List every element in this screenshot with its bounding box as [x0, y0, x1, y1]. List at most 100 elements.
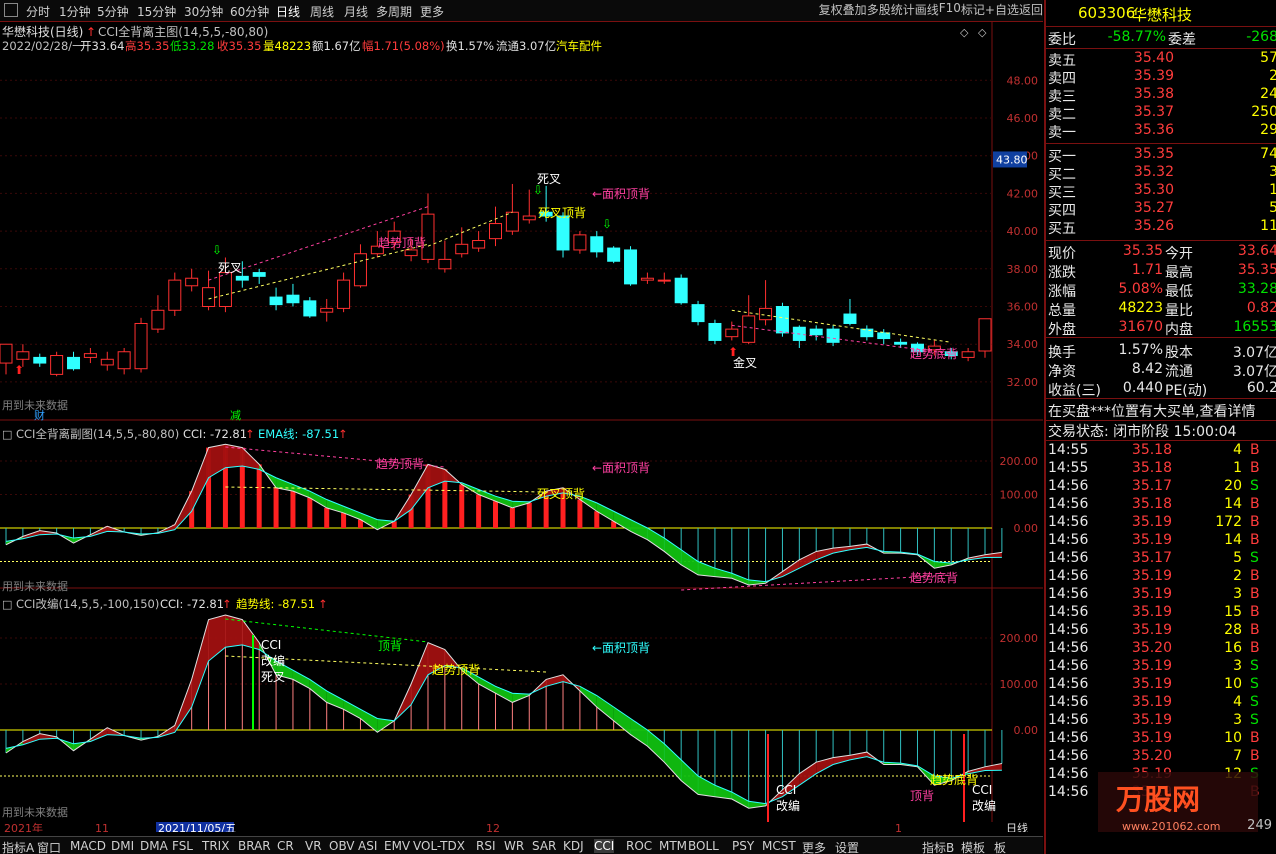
cell: 35.18 — [1131, 496, 1172, 512]
indicator-tab-14[interactable]: RSI — [476, 839, 496, 853]
toolbar-btn-0[interactable]: 复权 — [819, 1, 843, 21]
indicator-tab-11[interactable]: ASI — [358, 839, 377, 853]
indicator-tab-10[interactable]: OBV — [329, 839, 355, 853]
indicator-tab-15[interactable]: WR — [504, 839, 524, 853]
indicator-tab-4[interactable]: DMA — [140, 839, 168, 853]
cell: B — [1250, 730, 1260, 746]
separator — [1046, 398, 1276, 399]
indicator-tab-23[interactable]: MCST — [762, 839, 796, 853]
tab-1[interactable]: 1分钟 — [59, 3, 91, 20]
cell: 29 — [1260, 122, 1276, 138]
candle-body — [202, 287, 216, 308]
cell: 33.64 — [1237, 243, 1276, 259]
tab-8[interactable]: 月线 — [344, 3, 368, 20]
cell: 15 — [1224, 604, 1242, 620]
candle-body — [404, 249, 418, 257]
annotation: 趋势底背 — [910, 570, 958, 585]
toolbar-btn-2[interactable]: 多股 — [867, 1, 891, 21]
indicator-tab-18[interactable]: CCI — [594, 839, 615, 853]
cell: PE(动) — [1165, 383, 1208, 399]
tab-3[interactable]: 15分钟 — [137, 3, 176, 20]
cell: 35.36 — [1133, 122, 1174, 138]
future-data-note: 用到未来数据 — [2, 805, 68, 819]
indicator-tab-12[interactable]: EMV — [384, 839, 410, 853]
menu-icon[interactable] — [4, 3, 18, 17]
candle-body — [286, 294, 300, 304]
annotation: 趋势顶背 — [376, 457, 424, 471]
header-field-2: 高35.35 — [125, 39, 169, 53]
toolbar-btn-6[interactable]: 标记 — [961, 1, 985, 21]
candle-body — [961, 351, 975, 358]
candle-body — [809, 328, 823, 336]
indicator-tab-17[interactable]: KDJ — [563, 839, 584, 853]
indicator-tab-24[interactable]: 更多 — [802, 839, 826, 854]
indicator-tab-9[interactable]: VR — [305, 839, 322, 853]
tab-10[interactable]: 更多 — [420, 3, 444, 20]
indicator-tab-1[interactable]: 窗口 — [37, 839, 61, 854]
cell: 3 — [1233, 658, 1242, 674]
indicator-tab-27[interactable]: 模板 — [961, 839, 985, 854]
toolbar-btn-3[interactable]: 统计 — [891, 1, 915, 21]
cell: 收益(三) — [1048, 383, 1101, 399]
toolbar-btn-5[interactable]: F10 — [939, 1, 961, 21]
indicator-tab-16[interactable]: SAR — [532, 839, 556, 853]
x-axis-label: 1 — [895, 822, 902, 832]
candle-body — [353, 253, 367, 287]
tab-0[interactable]: 分时 — [26, 3, 50, 20]
cell: 35.19 — [1131, 730, 1172, 746]
cci-band — [191, 619, 209, 707]
cci-band — [596, 502, 614, 522]
cell: 14:56 — [1048, 766, 1089, 782]
indicator-tab-20[interactable]: MTM — [659, 839, 687, 853]
indicator-bar: 指标A 窗口 MACD DMI DMA FSL TRIX BRAR CR VR OBV ASI EMV V… — [0, 836, 1043, 854]
news-row: 在买盘***位置有大买单,查看详情 — [1046, 401, 1276, 420]
chart-area[interactable]: 48.0046.0044.0042.0040.0038.0036.0034.00… — [0, 22, 1043, 832]
cci-band — [343, 700, 361, 719]
tab-2[interactable]: 5分钟 — [97, 3, 129, 20]
cci-band — [292, 484, 310, 498]
indicator-tab-0[interactable]: 指标A — [2, 839, 34, 854]
tab-9[interactable]: 多周期 — [376, 3, 412, 20]
toolbar-btn-7[interactable]: +自选 — [985, 1, 1019, 21]
cci-band — [242, 619, 260, 650]
tab-5[interactable]: 60分钟 — [230, 3, 269, 20]
toolbar-btn-8[interactable]: 返回 — [1019, 1, 1043, 21]
indicator-tab-8[interactable]: CR — [277, 839, 294, 853]
toolbar-btn-1[interactable]: 叠加 — [843, 1, 867, 21]
indicator-tab-25[interactable]: 设置 — [835, 839, 859, 854]
cell: S — [1250, 676, 1259, 692]
indicator-tab-6[interactable]: TRIX — [202, 839, 229, 853]
tab-4[interactable]: 30分钟 — [184, 3, 223, 20]
up-arrow-icon: ↑ — [318, 597, 328, 611]
indicator-tab-5[interactable]: FSL — [172, 839, 193, 853]
tick-row: 14:56 35.19 3 B — [1046, 586, 1276, 604]
ask-row: 卖一 35.36 29 — [1046, 122, 1276, 141]
indicator-tab-7[interactable]: BRAR — [238, 839, 271, 853]
indicator-tab-21[interactable]: BOLL — [688, 839, 719, 853]
indicator-tab-19[interactable]: ROC — [626, 839, 652, 853]
box-icon: □ — [2, 428, 12, 441]
indicator-tab-13[interactable]: VOL-TDX — [413, 839, 465, 853]
bid-row: 买一 35.35 74 — [1046, 146, 1276, 165]
cell: -268 — [1246, 29, 1276, 45]
annotation: 死叉顶背 — [538, 206, 586, 220]
indicator-tab-2[interactable]: MACD — [70, 839, 106, 853]
toolbar-btn-4[interactable]: 画线 — [915, 1, 939, 21]
tab-7[interactable]: 周线 — [310, 3, 334, 20]
indicator-tab-26[interactable]: 指标B — [922, 839, 954, 854]
indicator-tab-28[interactable]: 板 — [994, 839, 1006, 854]
annotation: ←面积顶背 — [592, 187, 650, 201]
indicator-tab-22[interactable]: PSY — [732, 839, 754, 853]
indicator-tab-3[interactable]: DMI — [111, 839, 134, 853]
annotation: 死叉顶背 — [537, 487, 585, 501]
cell: 7 — [1233, 748, 1242, 764]
cci-line — [5, 443, 1002, 586]
candle-body — [337, 279, 351, 309]
ema-line — [5, 644, 1002, 805]
tab-6[interactable]: 日线 — [276, 3, 300, 20]
cell: 量比 — [1165, 303, 1193, 319]
cell: 涨幅 — [1048, 284, 1076, 300]
cell: 10 — [1224, 676, 1242, 692]
cell: 外盘 — [1048, 322, 1076, 338]
tick-row: 14:56 35.19 28 B — [1046, 622, 1276, 640]
